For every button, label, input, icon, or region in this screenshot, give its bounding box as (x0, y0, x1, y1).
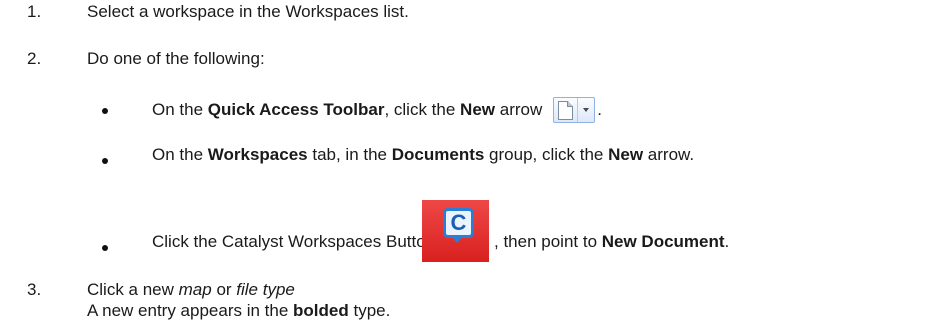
bullet-item-workspaces-tab: On the Workspaces tab, in the Documents … (152, 145, 695, 164)
step-text-line-2: A new entry appears in the bolded type. (87, 301, 391, 320)
step-number: 1. (27, 2, 42, 21)
step-number: 2. (27, 49, 42, 68)
ui-term: Documents (391, 145, 485, 164)
step-text: Select a workspace in the Workspaces lis… (87, 2, 409, 21)
new-document-icon (555, 99, 576, 121)
bullet-item-catalyst-button-end: , then point to New Document . (494, 232, 730, 251)
bullet-dot (102, 108, 108, 114)
bullet-dot (102, 158, 108, 164)
step-number: 3. (27, 280, 42, 299)
bullet-item-catalyst-button-start: Click the Catalyst Workspaces Button (152, 232, 436, 251)
catalyst-letter: C (450, 210, 467, 235)
ui-term: Workspaces (207, 145, 308, 164)
ui-term: Quick Access Toolbar (207, 100, 385, 119)
step-text: Do one of the following: (87, 49, 265, 68)
catalyst-workspaces-button-icon: C (422, 200, 489, 262)
ui-term: New (460, 100, 496, 119)
new-document-button-image (553, 97, 596, 123)
bullet-dot (102, 245, 108, 251)
bullet-item-quick-access: On the Quick Access Toolbar , click the … (152, 95, 602, 125)
step-text-line-1: Click a new map or file type (87, 280, 295, 299)
ui-term: New Document (601, 232, 725, 251)
ui-term: New (608, 145, 644, 164)
